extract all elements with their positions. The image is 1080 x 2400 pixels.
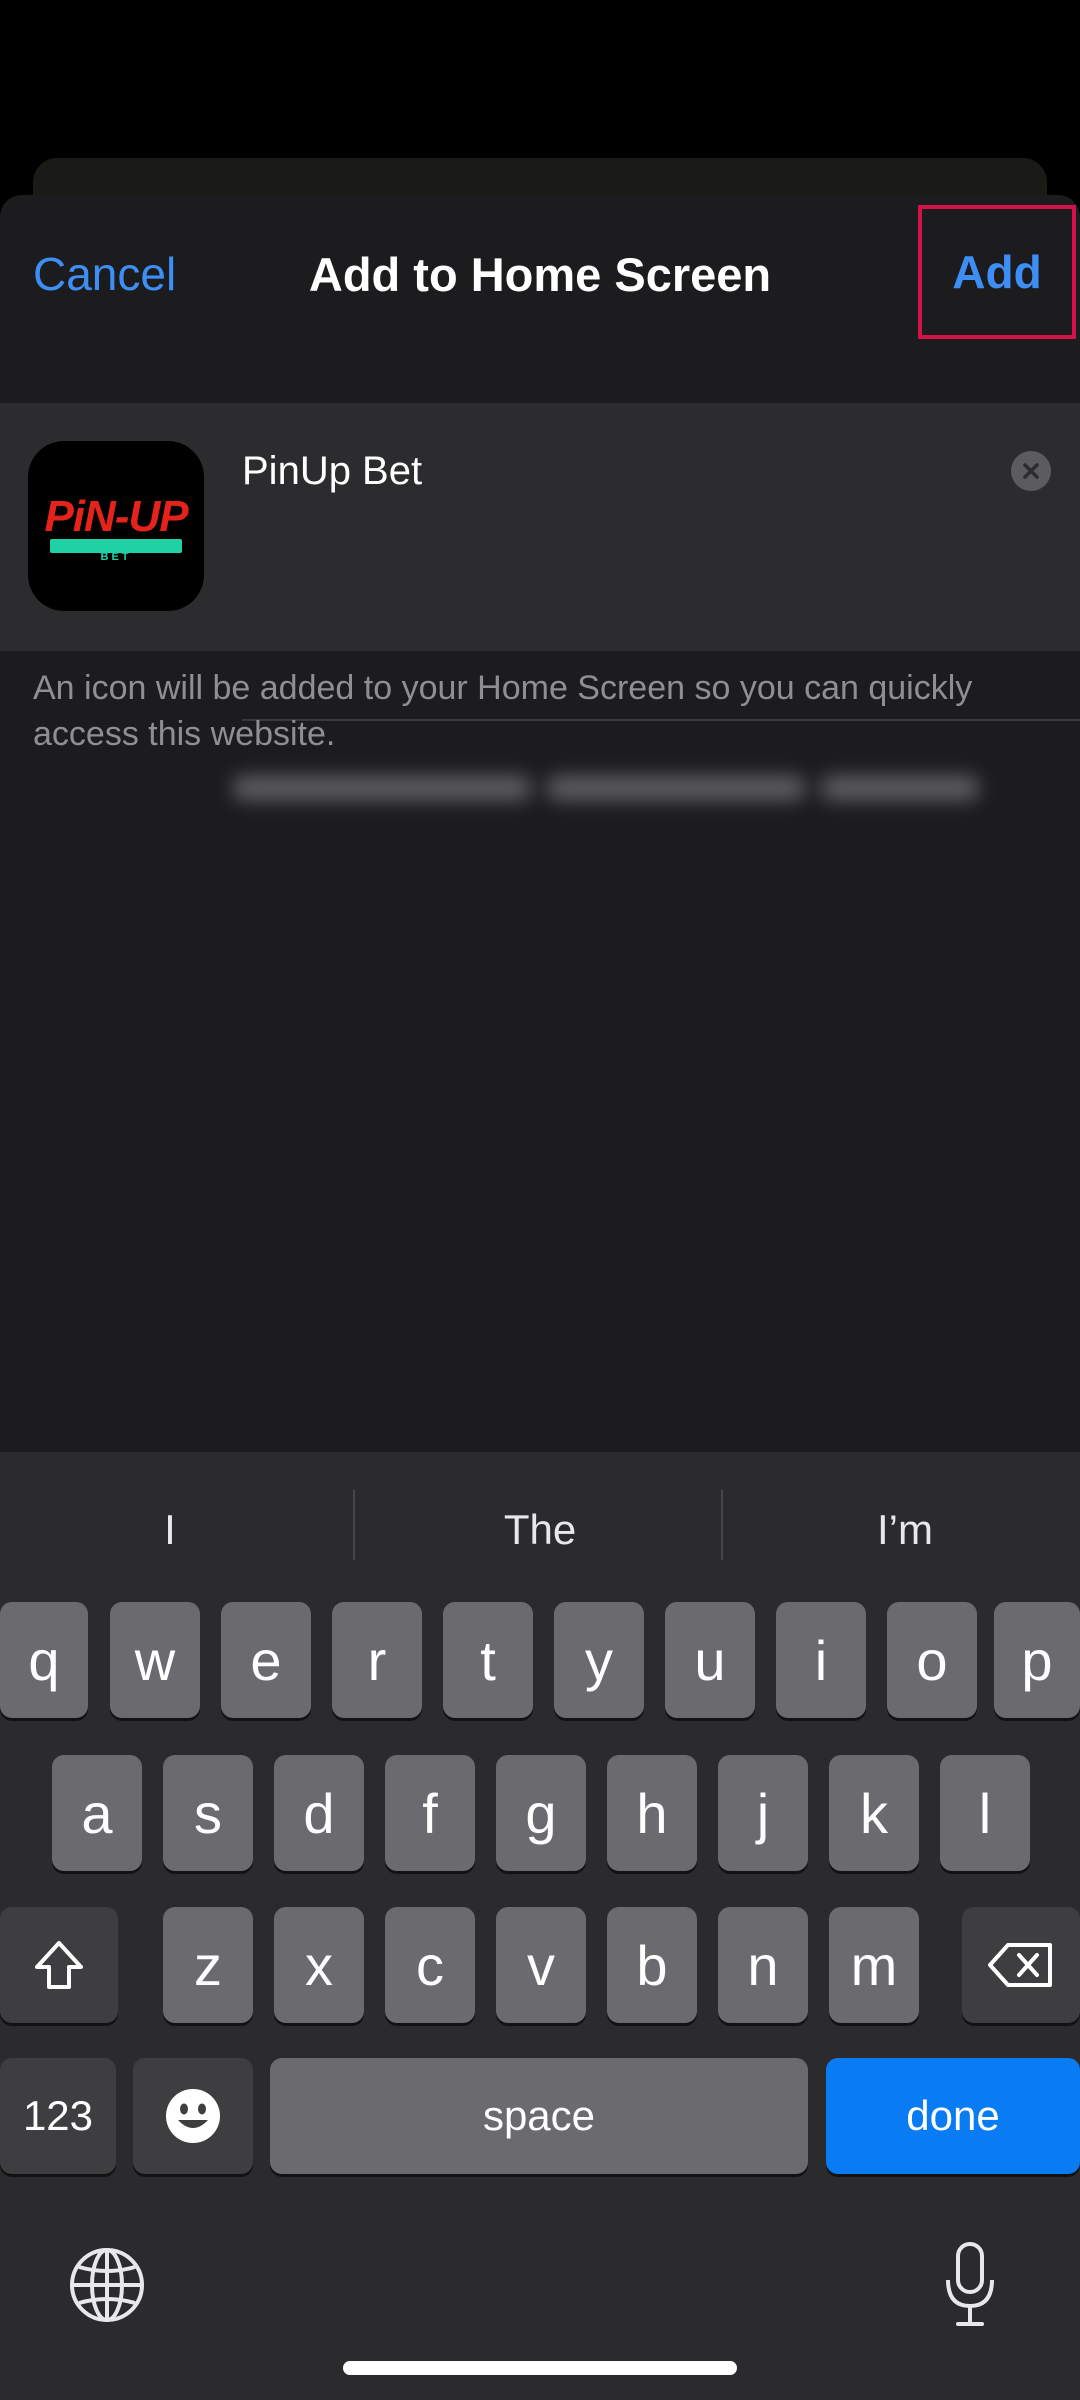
key-b[interactable]: b xyxy=(607,1907,697,2023)
key-r[interactable]: r xyxy=(332,1602,422,1718)
logo-text: PiN-UP xyxy=(44,492,188,541)
key-y[interactable]: y xyxy=(554,1602,644,1718)
done-key[interactable]: done xyxy=(826,2058,1080,2174)
navigation-bar: Cancel Add to Home Screen Add xyxy=(0,195,1080,405)
key-j[interactable]: j xyxy=(718,1755,808,1871)
backspace-icon xyxy=(988,1943,1052,1987)
key-p[interactable]: p xyxy=(994,1602,1080,1718)
dictation-button[interactable] xyxy=(930,2235,1010,2335)
key-q[interactable]: q xyxy=(0,1602,88,1718)
clear-x-icon xyxy=(1023,463,1039,479)
add-button-label: Add xyxy=(952,246,1042,298)
add-button[interactable]: Add xyxy=(918,205,1076,339)
key-w[interactable]: w xyxy=(110,1602,200,1718)
key-n[interactable]: n xyxy=(718,1907,808,2023)
key-e[interactable]: e xyxy=(221,1602,311,1718)
key-k[interactable]: k xyxy=(829,1755,919,1871)
suggestion-separator xyxy=(353,1490,355,1560)
shift-icon xyxy=(35,1941,83,1989)
key-g[interactable]: g xyxy=(496,1755,586,1871)
space-key[interactable]: space xyxy=(270,2058,808,2174)
key-c[interactable]: c xyxy=(385,1907,475,2023)
emoji-key[interactable] xyxy=(133,2058,253,2174)
blurred-url xyxy=(232,763,1002,813)
suggestion-2[interactable]: The xyxy=(360,1497,720,1563)
key-u[interactable]: u xyxy=(665,1602,755,1718)
backspace-key[interactable] xyxy=(962,1907,1080,2023)
logo-subtext: BET xyxy=(100,551,132,563)
key-z[interactable]: z xyxy=(163,1907,253,2023)
suggestion-separator xyxy=(721,1490,723,1560)
key-v[interactable]: v xyxy=(496,1907,586,2023)
key-x[interactable]: x xyxy=(274,1907,364,2023)
key-f[interactable]: f xyxy=(385,1755,475,1871)
key-l[interactable]: l xyxy=(940,1755,1030,1871)
key-m[interactable]: m xyxy=(829,1907,919,2023)
bookmark-card: PiN-UP BET PinUp Bet xyxy=(0,403,1080,801)
suggestion-1[interactable]: I xyxy=(0,1497,340,1563)
microphone-icon xyxy=(946,2242,994,2326)
key-i[interactable]: i xyxy=(776,1602,866,1718)
home-indicator xyxy=(343,2361,737,2375)
bookmark-name-input[interactable]: PinUp Bet xyxy=(242,441,982,501)
clear-text-button[interactable] xyxy=(1011,451,1051,491)
key-d[interactable]: d xyxy=(274,1755,364,1871)
emoji-icon xyxy=(166,2089,220,2143)
suggestion-3[interactable]: I’m xyxy=(730,1497,1080,1563)
key-t[interactable]: t xyxy=(443,1602,533,1718)
description-text: An icon will be added to your Home Scree… xyxy=(33,669,973,753)
shift-key[interactable] xyxy=(0,1907,118,2023)
keyboard: I The I’m q w e r t y u i o p a s d f g … xyxy=(0,1452,1080,2400)
key-h[interactable]: h xyxy=(607,1755,697,1871)
globe-button[interactable] xyxy=(62,2240,152,2330)
numbers-key[interactable]: 123 xyxy=(0,2058,116,2174)
key-o[interactable]: o xyxy=(887,1602,977,1718)
app-icon: PiN-UP BET xyxy=(28,441,204,611)
key-s[interactable]: s xyxy=(163,1755,253,1871)
globe-icon xyxy=(70,2248,144,2322)
key-a[interactable]: a xyxy=(52,1755,142,1871)
